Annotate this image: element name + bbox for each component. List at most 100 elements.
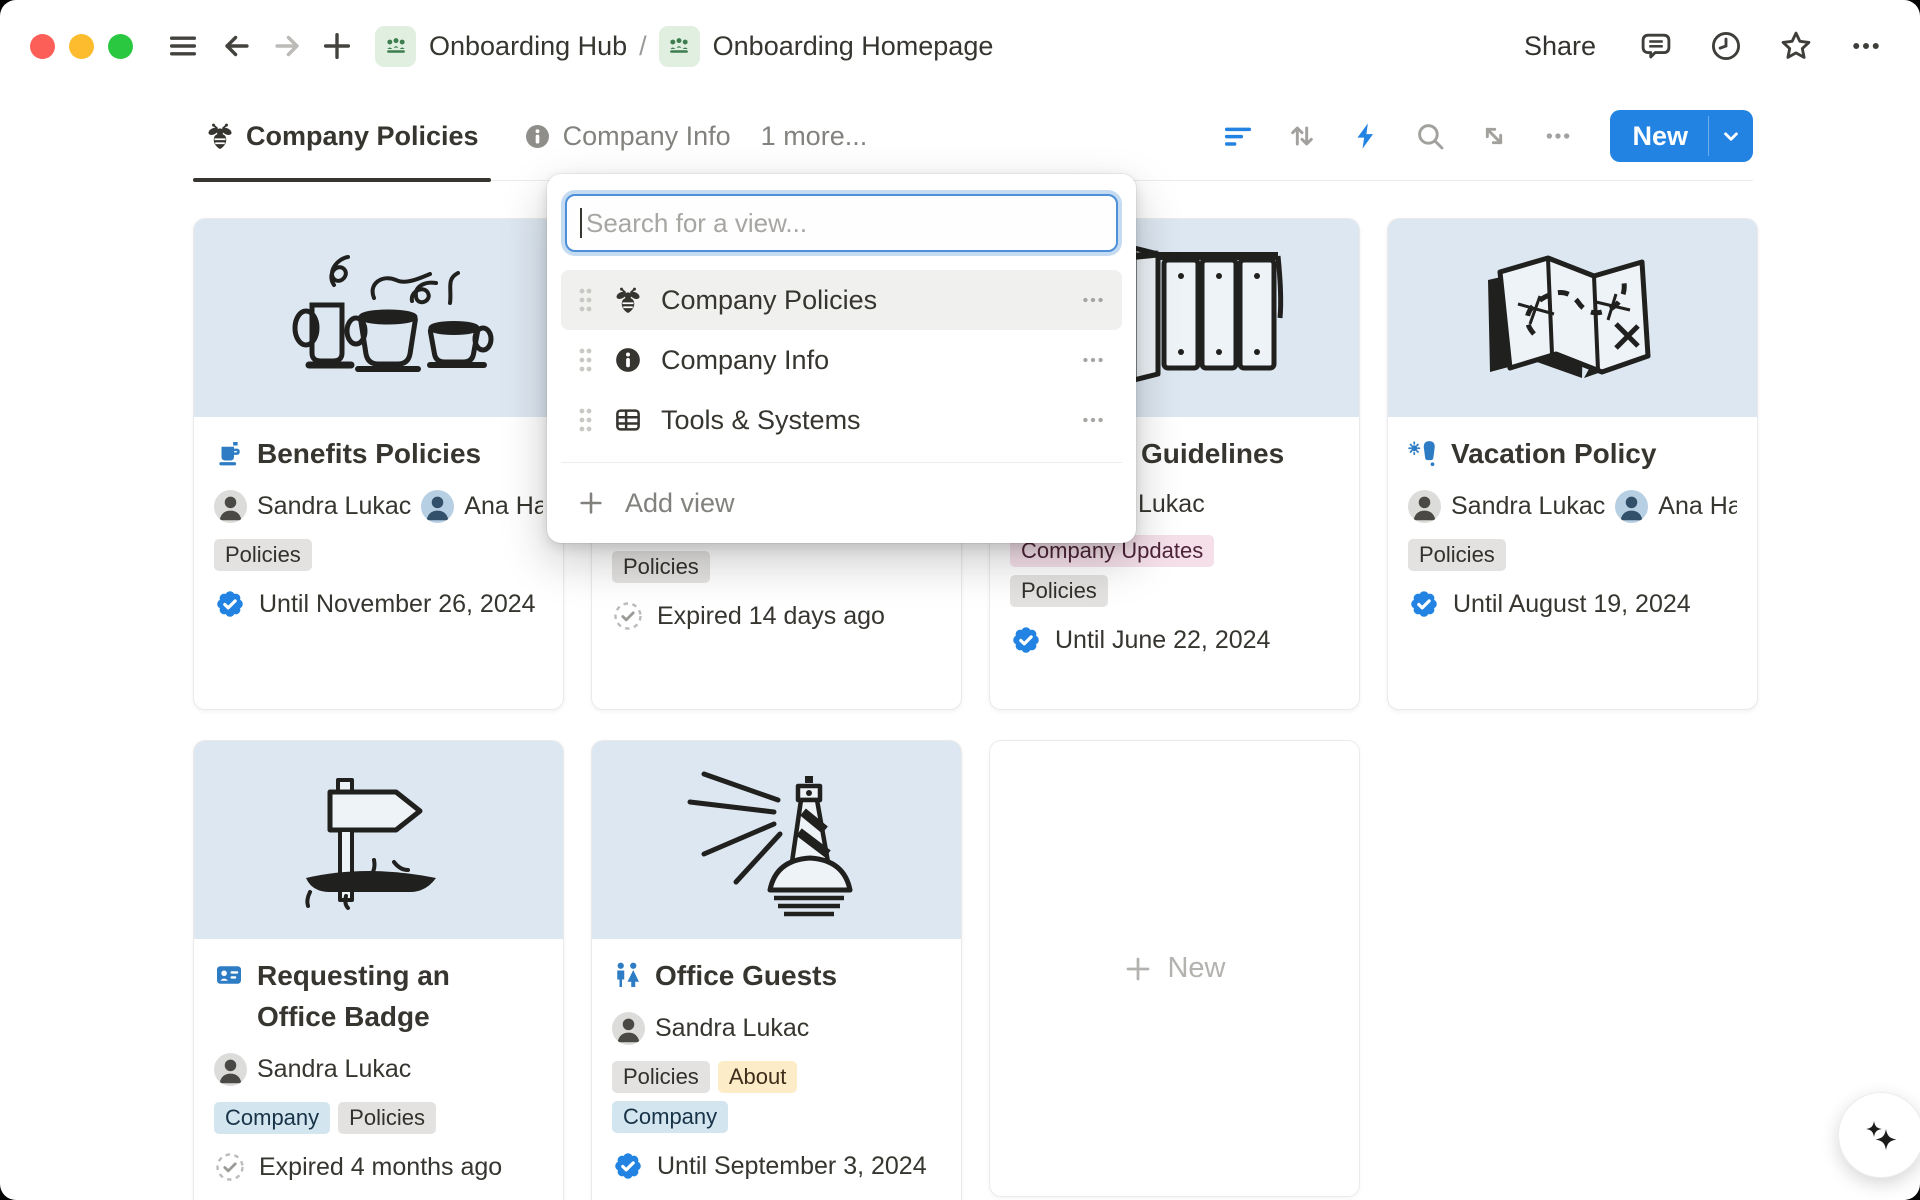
tag: Policies [214, 539, 312, 571]
view-item-label: Tools & Systems [661, 405, 1080, 436]
info-icon [613, 345, 643, 375]
tag: Policies [612, 1061, 710, 1093]
card-title: Office Guests [655, 955, 837, 996]
status-text: Until November 26, 2024 [259, 590, 536, 619]
card-people-row: Sandra Lukac Ana Hau [1408, 490, 1737, 523]
back-arrow-icon[interactable] [217, 26, 257, 66]
view-item-company-info[interactable]: Company Info [561, 330, 1122, 390]
view-item-label: Company Info [661, 345, 1080, 376]
verified-badge-icon [214, 588, 246, 620]
card-title: Requesting an Office Badge [257, 955, 469, 1037]
comments-icon[interactable] [1636, 26, 1676, 66]
bee-icon [205, 121, 235, 151]
automations-zap-icon[interactable] [1348, 118, 1384, 154]
avatar [214, 1053, 247, 1086]
expand-view-icon[interactable] [1476, 118, 1512, 154]
card-tags: Company Updates Policies [1010, 535, 1245, 607]
share-button[interactable]: Share [1524, 31, 1596, 62]
breadcrumb-parent[interactable]: Onboarding Hub [429, 31, 627, 62]
card-title: Vacation Policy [1451, 433, 1656, 474]
person-name: Ana Hau [1658, 492, 1737, 521]
avatar [214, 490, 247, 523]
zoom-window-button[interactable] [108, 34, 133, 59]
text-cursor [580, 208, 582, 238]
close-window-button[interactable] [30, 34, 55, 59]
breadcrumb-separator: / [639, 31, 647, 62]
filter-icon[interactable] [1220, 118, 1256, 154]
tag: Company [612, 1101, 728, 1133]
favorite-star-icon[interactable] [1776, 26, 1816, 66]
plus-icon [1123, 954, 1153, 984]
expired-check-icon [612, 600, 644, 632]
people-icon [612, 960, 642, 990]
new-card-label: New [1167, 952, 1225, 985]
card-title-row: Vacation Policy [1408, 433, 1737, 474]
view-item-tools-systems[interactable]: Tools & Systems [561, 390, 1122, 450]
sort-icon[interactable] [1284, 118, 1320, 154]
bee-icon [613, 285, 643, 315]
more-options-icon[interactable] [1846, 26, 1886, 66]
card-people-row: Sandra Lukac [612, 1012, 941, 1045]
view-tabs-row: Company Policies Company Info 1 more... [193, 92, 1753, 181]
tab-label: Company Info [563, 121, 731, 152]
person-name: Sandra Lukac [1451, 492, 1605, 521]
card-status-row: Expired 4 months ago [214, 1151, 543, 1183]
view-item-more-icon[interactable] [1080, 287, 1106, 313]
sidebar-menu-icon[interactable] [163, 26, 203, 66]
search-icon[interactable] [1412, 118, 1448, 154]
avatar [1615, 490, 1648, 523]
card-benefits-policies[interactable]: Benefits Policies Sandra Lukac Ana Ha Po… [193, 218, 564, 710]
sparkles-icon [1857, 1111, 1905, 1159]
view-search-popover: Company Policies Company Info [547, 174, 1136, 543]
tab-company-policies[interactable]: Company Policies [193, 92, 491, 180]
minimize-window-button[interactable] [69, 34, 94, 59]
view-item-more-icon[interactable] [1080, 407, 1106, 433]
status-text: Until August 19, 2024 [1453, 590, 1691, 619]
card-requesting-office-badge[interactable]: Requesting an Office Badge Sandra Lukac … [193, 740, 564, 1200]
card-vacation-policy[interactable]: Vacation Policy Sandra Lukac Ana Hau Pol… [1387, 218, 1758, 710]
new-button-chevron-down-icon[interactable] [1709, 110, 1753, 162]
tab-company-info[interactable]: Company Info [511, 92, 743, 180]
ai-sparkle-button[interactable] [1838, 1092, 1920, 1178]
add-view-label: Add view [625, 488, 735, 519]
card-cover-signpost-illustration [194, 741, 563, 939]
traffic-lights [30, 34, 133, 59]
card-body: Requesting an Office Badge Sandra Lukac … [194, 939, 563, 1199]
new-tab-plus-icon[interactable] [317, 26, 357, 66]
drag-handle-icon[interactable] [577, 404, 593, 436]
view-more-icon[interactable] [1540, 118, 1576, 154]
person-name: Sandra Lukac [655, 1014, 809, 1043]
card-title-row: Benefits Policies [214, 433, 543, 474]
app-window: Onboarding Hub / Onboarding Homepage Sha… [0, 0, 1920, 1200]
verified-badge-icon [1408, 588, 1440, 620]
card-tags: Policies [214, 539, 543, 571]
table-icon [613, 405, 643, 435]
vacation-icon [1408, 438, 1438, 468]
card-title-row: Requesting an Office Badge [214, 955, 543, 1037]
view-toolbar: New [1220, 110, 1753, 162]
onboarding-homepage-page-icon [659, 26, 700, 67]
card-tags: Policies About Company [612, 1061, 847, 1133]
breadcrumb-current[interactable]: Onboarding Homepage [713, 31, 994, 62]
new-button-label[interactable]: New [1610, 110, 1708, 162]
new-button[interactable]: New [1610, 110, 1753, 162]
view-item-company-policies[interactable]: Company Policies [561, 270, 1122, 330]
tabs-more-link[interactable]: 1 more... [761, 121, 868, 152]
person-name: Ana Ha [464, 492, 543, 521]
id-badge-icon [214, 960, 244, 990]
card-office-guests[interactable]: Office Guests Sandra Lukac Policies Abou… [591, 740, 962, 1200]
card-status-row: Until November 26, 2024 [214, 588, 543, 620]
drag-handle-icon[interactable] [577, 284, 593, 316]
view-item-more-icon[interactable] [1080, 347, 1106, 373]
add-view-button[interactable]: Add view [559, 475, 1124, 531]
tag: Policies [1408, 539, 1506, 571]
card-tags: Policies [1408, 539, 1737, 571]
new-card-button[interactable]: New [989, 740, 1360, 1197]
drag-handle-icon[interactable] [577, 344, 593, 376]
tag: About [718, 1061, 798, 1093]
history-clock-icon[interactable] [1706, 26, 1746, 66]
view-search [565, 194, 1118, 252]
view-search-input[interactable] [565, 194, 1118, 252]
status-text: Until June 22, 2024 [1055, 626, 1270, 655]
forward-arrow-icon[interactable] [267, 26, 307, 66]
